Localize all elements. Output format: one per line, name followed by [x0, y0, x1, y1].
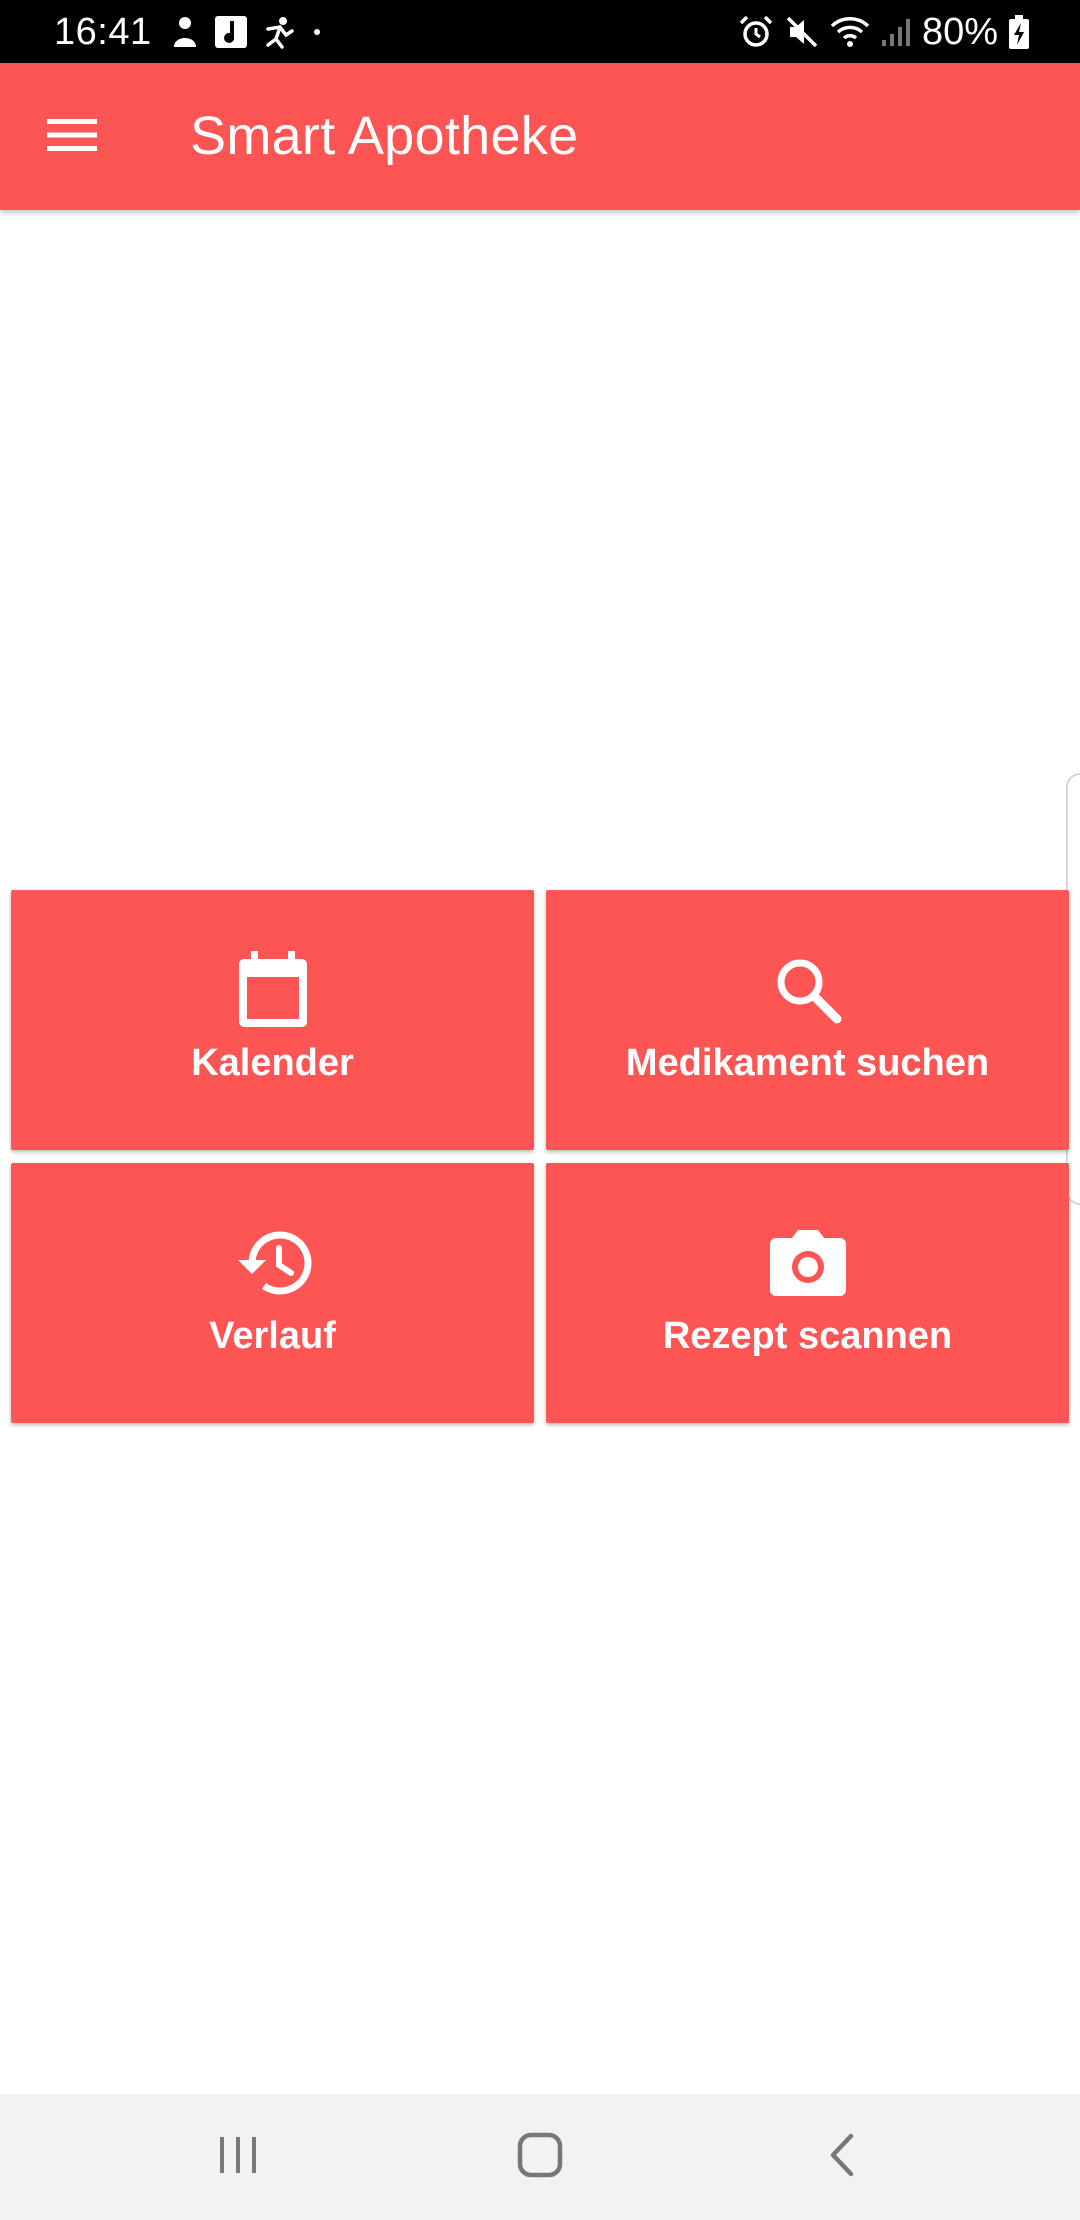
- app-bar: Smart Apotheke: [0, 63, 1080, 210]
- search-icon: [768, 950, 848, 1030]
- calendar-icon: [233, 950, 313, 1030]
- recent-apps-button[interactable]: [205, 2124, 271, 2190]
- history-icon: [233, 1223, 313, 1303]
- status-system-icons: 80%: [738, 10, 1030, 54]
- navigation-bar: [0, 2094, 1080, 2220]
- wifi-icon: [830, 14, 870, 50]
- status-time: 16:41: [54, 11, 152, 53]
- recent-apps-icon: [216, 2135, 260, 2180]
- notification-figure-icon: [262, 15, 296, 49]
- hamburger-menu-icon: [47, 117, 97, 158]
- medikament-suchen-label: Medikament suchen: [625, 1042, 990, 1084]
- verlauf-label: Verlauf: [209, 1315, 336, 1357]
- notification-person-icon: [170, 15, 200, 49]
- home-button[interactable]: [507, 2124, 573, 2190]
- app-title: Smart Apotheke: [190, 106, 579, 166]
- status-bar: 16:41 80%: [0, 0, 1080, 63]
- signal-icon: [880, 16, 912, 48]
- medikament-suchen-tile[interactable]: Medikament suchen: [546, 890, 1069, 1150]
- kalender-tile[interactable]: Kalender: [11, 890, 534, 1150]
- back-icon: [827, 2133, 857, 2182]
- camera-icon: [768, 1223, 848, 1303]
- home-icon: [517, 2132, 563, 2183]
- mute-icon: [784, 14, 820, 50]
- app-screen: 16:41 80% Smart Apotheke Kalender Medika…: [0, 0, 1080, 2220]
- music-app-icon: [214, 15, 248, 49]
- alarm-icon: [738, 14, 774, 50]
- rezept-scannen-tile[interactable]: Rezept scannen: [546, 1163, 1069, 1423]
- status-notification-icons: [170, 12, 324, 52]
- verlauf-tile[interactable]: Verlauf: [11, 1163, 534, 1423]
- rezept-scannen-label: Rezept scannen: [662, 1315, 953, 1357]
- back-button[interactable]: [809, 2124, 875, 2190]
- battery-charging-icon: [1008, 14, 1030, 50]
- kalender-label: Kalender: [191, 1042, 354, 1084]
- menu-button[interactable]: [34, 99, 110, 175]
- dot-icon: [310, 25, 324, 39]
- battery-percent: 80%: [921, 11, 998, 53]
